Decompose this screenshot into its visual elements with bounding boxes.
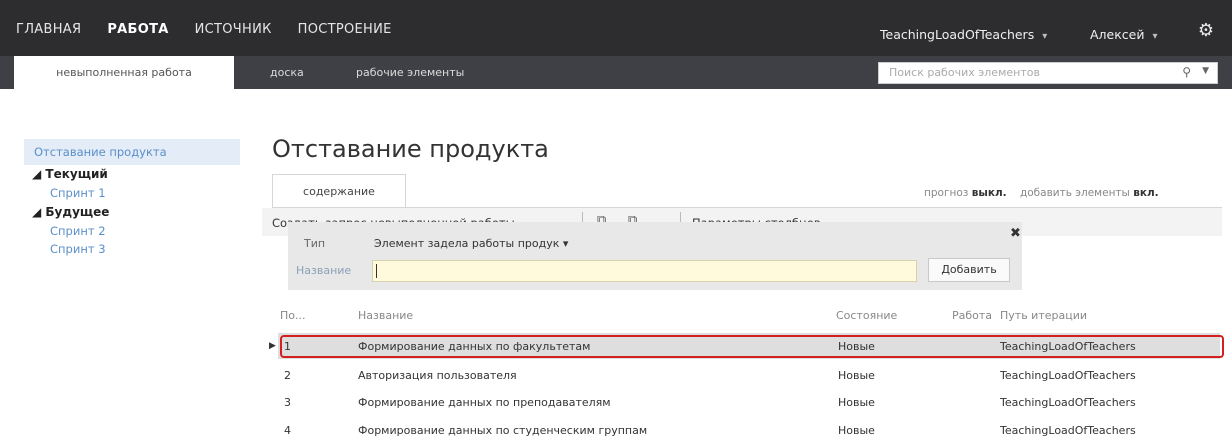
column-header-work[interactable]: Работа <box>952 309 992 322</box>
project-name: TeachingLoadOfTeachers <box>880 27 1035 42</box>
add-items-label: добавить элементы <box>1020 187 1130 199</box>
sidebar-header-current[interactable]: ◢ Текущий <box>32 167 108 181</box>
chevron-down-icon: ▾ <box>1152 31 1158 42</box>
table-row-3-state[interactable]: Новые <box>838 396 875 409</box>
type-label: Тип <box>304 237 326 250</box>
nav-build[interactable]: ПОСТРОЕНИЕ <box>298 22 392 37</box>
tab-work-items[interactable]: рабочие элементы <box>356 56 464 89</box>
row-indicator-icon: ▶ <box>269 341 276 351</box>
table-row-2-iteration[interactable]: TeachingLoadOfTeachers <box>1000 369 1136 382</box>
title-input[interactable] <box>372 260 917 282</box>
chevron-down-icon: ▾ <box>1042 31 1048 42</box>
collapse-icon: ◢ <box>32 167 46 181</box>
chevron-down-icon: ▾ <box>562 237 569 250</box>
forecast-toggle[interactable]: выкл. <box>972 187 1007 199</box>
column-header-title[interactable]: Название <box>358 309 413 322</box>
gear-icon[interactable]: ⚙ <box>1196 21 1216 41</box>
tab-board[interactable]: доска <box>270 56 304 89</box>
add-items-toggle[interactable]: вкл. <box>1133 187 1158 199</box>
work-item-search[interactable]: Поиск рабочих элементов ⚲ ▼ <box>878 62 1218 84</box>
nav-work[interactable]: РАБОТА <box>107 22 168 37</box>
top-nav-menu: ГЛАВНАЯ РАБОТА ИСТОЧНИК ПОСТРОЕНИЕ <box>16 22 418 37</box>
sidebar-header-current-label: Текущий <box>45 167 108 181</box>
search-placeholder: Поиск рабочих элементов <box>889 66 1040 79</box>
page-title: Отставание продукта <box>272 135 549 163</box>
column-header-iteration[interactable]: Путь итерации <box>1000 309 1087 322</box>
sidebar-item-sprint-1[interactable]: Спринт 1 <box>50 186 106 200</box>
tab-backlog[interactable]: невыполненная работа <box>14 56 234 89</box>
close-icon[interactable]: ✖ <box>1010 226 1021 241</box>
table-row-3-title[interactable]: Формирование данных по преподавателям <box>358 396 611 409</box>
tab-contents[interactable]: содержание <box>272 174 406 208</box>
column-header-order[interactable]: По... <box>280 309 306 322</box>
table-row-4-iteration[interactable]: TeachingLoadOfTeachers <box>1000 424 1136 437</box>
collapse-icon: ◢ <box>32 205 46 219</box>
table-row-4-order[interactable]: 4 <box>284 424 291 437</box>
view-options: прогноз выкл. добавить элементы вкл. <box>924 187 1159 199</box>
table-row-2-title[interactable]: Авторизация пользователя <box>358 369 517 382</box>
sidebar-item-sprint-2[interactable]: Спринт 2 <box>50 224 106 238</box>
table-row-1-title[interactable]: Формирование данных по факультетам <box>358 340 590 353</box>
table-row-1-state[interactable]: Новые <box>838 340 875 353</box>
user-name: Алексей <box>1090 27 1145 42</box>
nav-home[interactable]: ГЛАВНАЯ <box>16 22 81 37</box>
table-row-4-state[interactable]: Новые <box>838 424 875 437</box>
table-row-1-iteration[interactable]: TeachingLoadOfTeachers <box>1000 340 1136 353</box>
table-row-3-iteration[interactable]: TeachingLoadOfTeachers <box>1000 396 1136 409</box>
type-select[interactable]: Элемент задела работы продук ▾ <box>374 237 568 250</box>
sidebar-header-future-label: Будущее <box>45 205 110 219</box>
project-selector[interactable]: TeachingLoadOfTeachers ▾ <box>880 27 1047 42</box>
sidebar-item-sprint-3[interactable]: Спринт 3 <box>50 242 106 256</box>
table-row-1-order[interactable]: 1 <box>284 340 291 353</box>
sidebar-header-future[interactable]: ◢ Будущее <box>32 205 109 219</box>
type-select-value: Элемент задела работы продук <box>374 237 560 250</box>
text-cursor <box>376 264 377 278</box>
forecast-label: прогноз <box>924 187 969 199</box>
add-button[interactable]: Добавить <box>928 258 1010 282</box>
user-menu[interactable]: Алексей ▾ <box>1090 27 1158 42</box>
table-row-2-state[interactable]: Новые <box>838 369 875 382</box>
table-row-4-title[interactable]: Формирование данных по студенческим груп… <box>358 424 647 437</box>
title-label: Название <box>296 264 352 277</box>
sidebar-item-product-backlog[interactable]: Отставание продукта <box>34 145 167 159</box>
chevron-down-icon[interactable]: ▼ <box>1202 66 1209 76</box>
table-row-2-order[interactable]: 2 <box>284 369 291 382</box>
table-row-3-order[interactable]: 3 <box>284 396 291 409</box>
nav-code[interactable]: ИСТОЧНИК <box>195 22 272 37</box>
column-header-state[interactable]: Состояние <box>836 309 897 322</box>
search-icon[interactable]: ⚲ <box>1182 65 1191 79</box>
